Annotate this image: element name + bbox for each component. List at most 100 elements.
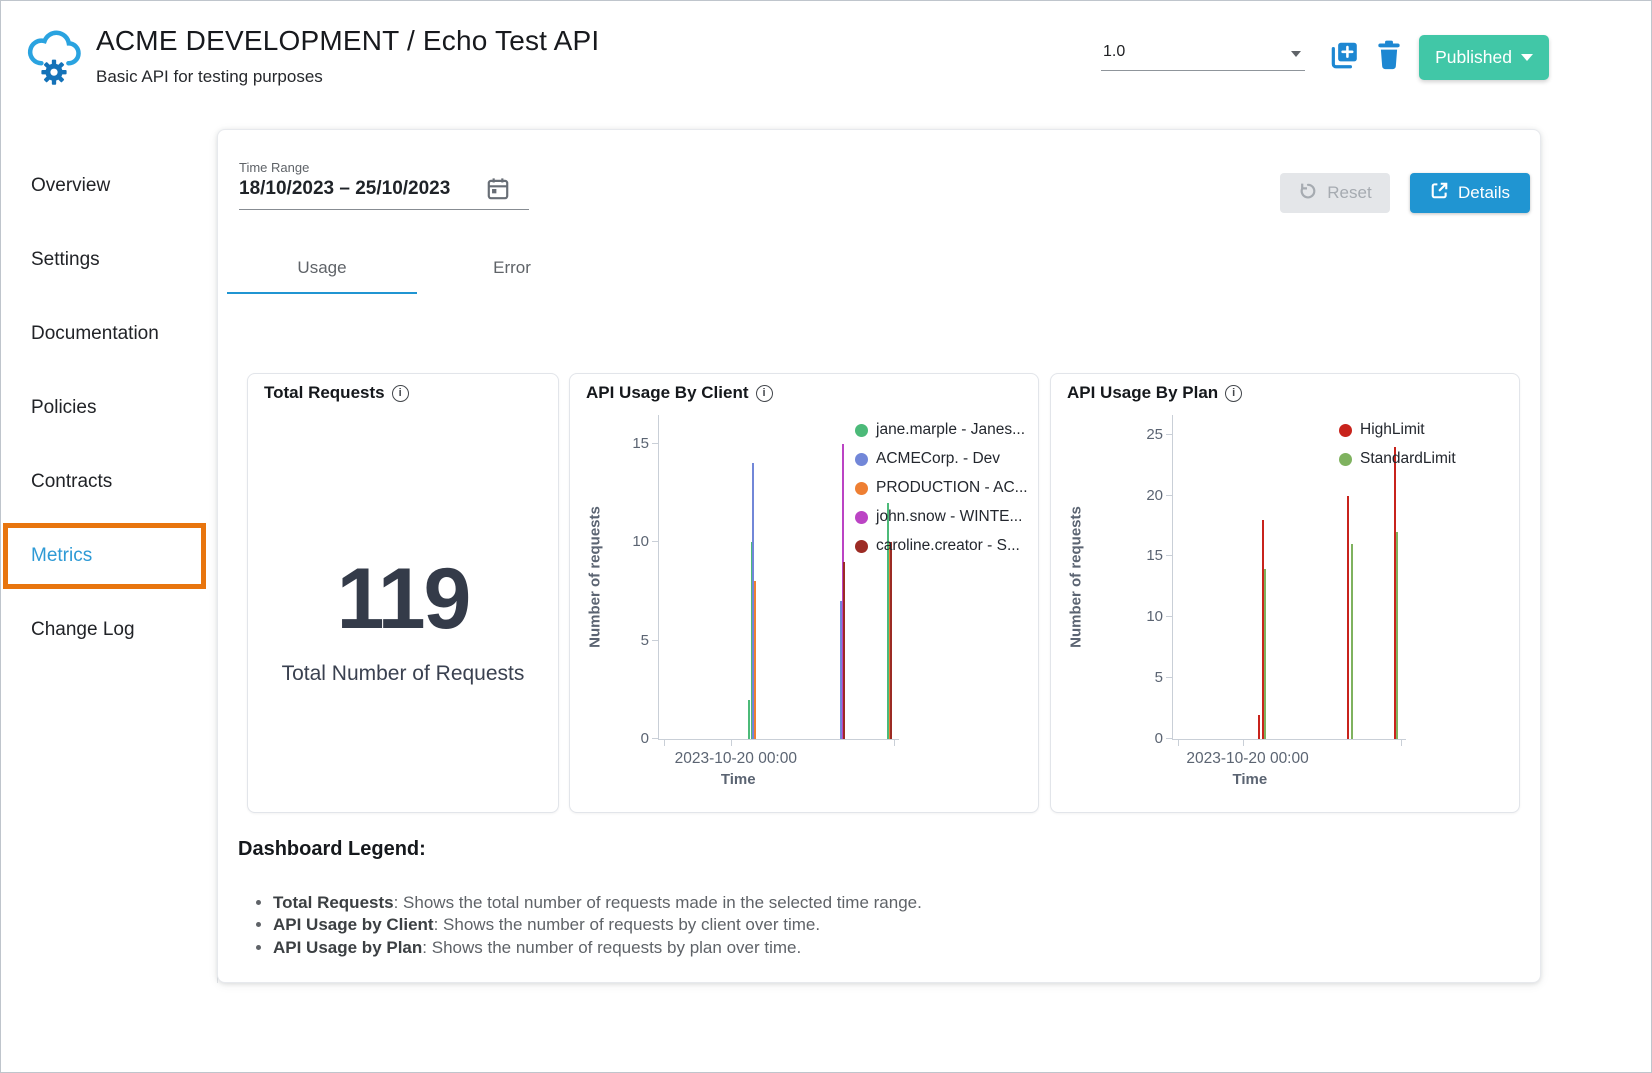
legend-label: john.snow - WINTE... [876,508,1022,526]
y-tick-mark [1166,738,1173,739]
y-axis-label: Number of requests [587,506,604,648]
chart-bar [1258,715,1260,739]
legend-label: HighLimit [1360,421,1425,439]
legend-label: PRODUCTION - AC... [876,479,1028,497]
time-range-field[interactable]: Time Range 18/10/2023 – 25/10/2023 [239,160,529,210]
y-tick-mark [1166,495,1173,496]
app-logo-icon [27,25,81,87]
legend-item[interactable]: HighLimit [1339,421,1456,439]
y-tick-label: 0 [1125,731,1163,747]
chevron-down-icon [1521,54,1533,61]
legend-item[interactable]: StandardLimit [1339,450,1456,468]
version-select[interactable]: 1.0 [1101,37,1305,71]
app-window: ACME DEVELOPMENT / Echo Test API Basic A… [0,0,1652,1073]
y-tick-label: 10 [1125,609,1163,625]
info-icon[interactable]: i [756,385,773,402]
legend-item[interactable]: jane.marple - Janes... [855,421,1028,439]
page-subtitle: Basic API for testing purposes [96,67,599,87]
sidebar: OverviewSettingsDocumentationPoliciesCon… [1,129,217,1072]
y-tick-label: 10 [611,534,649,550]
legend-item[interactable]: john.snow - WINTE... [855,508,1028,526]
legend-label: StandardLimit [1360,450,1456,468]
status-dropdown-button[interactable]: Published [1419,35,1549,80]
legend-item[interactable]: caroline.creator - S... [855,537,1028,555]
calendar-icon[interactable] [485,176,511,207]
main-panel: Time Range 18/10/2023 – 25/10/2023 [217,129,1541,983]
legend-label: caroline.creator - S... [876,537,1020,555]
y-axis-label: Number of requests [1068,506,1085,648]
legend-label: ACMECorp. - Dev [876,450,1000,468]
reset-button[interactable]: Reset [1280,173,1390,213]
y-tick-mark [1166,616,1173,617]
dashboard-legend-item: API Usage by Plan: Shows the number of r… [273,937,1520,959]
x-tick-label: 2023-10-20 00:00 [675,750,797,768]
sidebar-item-overview[interactable]: Overview [1,149,217,223]
y-tick-mark [652,443,659,444]
chart-legend: jane.marple - Janes... ACMECorp. - Dev PRO… [855,421,1028,555]
details-button[interactable]: Details [1410,173,1530,213]
chart-bar [1351,544,1353,739]
card-title: API Usage By Plan [1067,383,1218,403]
legend-dot-icon [855,453,868,466]
y-tick-mark [1166,677,1173,678]
chart-bar [1396,532,1398,739]
chart-bar [748,700,750,739]
sidebar-item-documentation[interactable]: Documentation [1,297,217,371]
y-tick-label: 25 [1125,427,1163,443]
sidebar-item-policies[interactable]: Policies [1,371,217,445]
y-tick-label: 15 [611,436,649,452]
sidebar-item-metrics[interactable]: Metrics [1,519,217,593]
chart-bar [1264,569,1266,739]
legend-dot-icon [855,540,868,553]
sidebar-item-change-log[interactable]: Change Log [1,593,217,667]
legend-dot-icon [1339,453,1352,466]
api-usage-by-plan-card: API Usage By Plan i Number of requests 0… [1050,373,1520,813]
trash-icon [1375,59,1403,74]
legend-dot-icon [855,511,868,524]
sidebar-item-settings[interactable]: Settings [1,223,217,297]
status-label: Published [1435,47,1512,68]
card-title: Total Requests [264,383,385,403]
legend-item[interactable]: PRODUCTION - AC... [855,479,1028,497]
y-tick-label: 0 [611,731,649,747]
info-icon[interactable]: i [1225,385,1242,402]
y-tick-mark [652,738,659,739]
version-value: 1.0 [1103,43,1125,61]
y-tick-mark [1166,555,1173,556]
legend-item[interactable]: ACMECorp. - Dev [855,450,1028,468]
y-tick-label: 5 [1125,670,1163,686]
delete-button[interactable] [1375,39,1403,74]
y-tick-mark [652,541,659,542]
sidebar-item-contracts[interactable]: Contracts [1,445,217,519]
x-tick-mark [1178,739,1179,746]
chart-bar [1347,496,1349,739]
tab-bar: UsageError [227,242,607,294]
time-range-label: Time Range [239,160,529,175]
external-link-icon [1430,181,1449,205]
x-tick-mark [731,739,732,746]
legend-dot-icon [855,482,868,495]
legend-dot-icon [855,424,868,437]
tab-error[interactable]: Error [417,242,607,294]
dashboard-legend-item: Total Requests: Shows the total number o… [273,892,1520,914]
total-requests-caption: Total Number of Requests [248,662,558,686]
legend-label: jane.marple - Janes... [876,421,1025,439]
api-usage-by-client-card: API Usage By Client i Number of requests… [569,373,1039,813]
total-requests-card: Total Requests i 119 Total Number of Req… [247,373,559,813]
time-range-value: 18/10/2023 – 25/10/2023 [239,178,450,199]
chart-bar [843,562,845,739]
y-tick-mark [652,640,659,641]
header: ACME DEVELOPMENT / Echo Test API Basic A… [1,1,1651,129]
add-version-button[interactable] [1328,39,1360,74]
x-axis-label: Time [721,771,756,788]
x-tick-mark [1243,739,1244,746]
x-tick-label: 2023-10-20 00:00 [1186,750,1308,768]
info-icon[interactable]: i [392,385,409,402]
chart-bar [754,581,756,739]
chart-bar [890,542,892,739]
x-tick-mark [894,739,895,746]
dashboard-legend-heading: Dashboard Legend: [238,838,1520,861]
tab-usage[interactable]: Usage [227,242,417,294]
x-tick-mark [1401,739,1402,746]
total-requests-value: 119 [248,556,558,642]
